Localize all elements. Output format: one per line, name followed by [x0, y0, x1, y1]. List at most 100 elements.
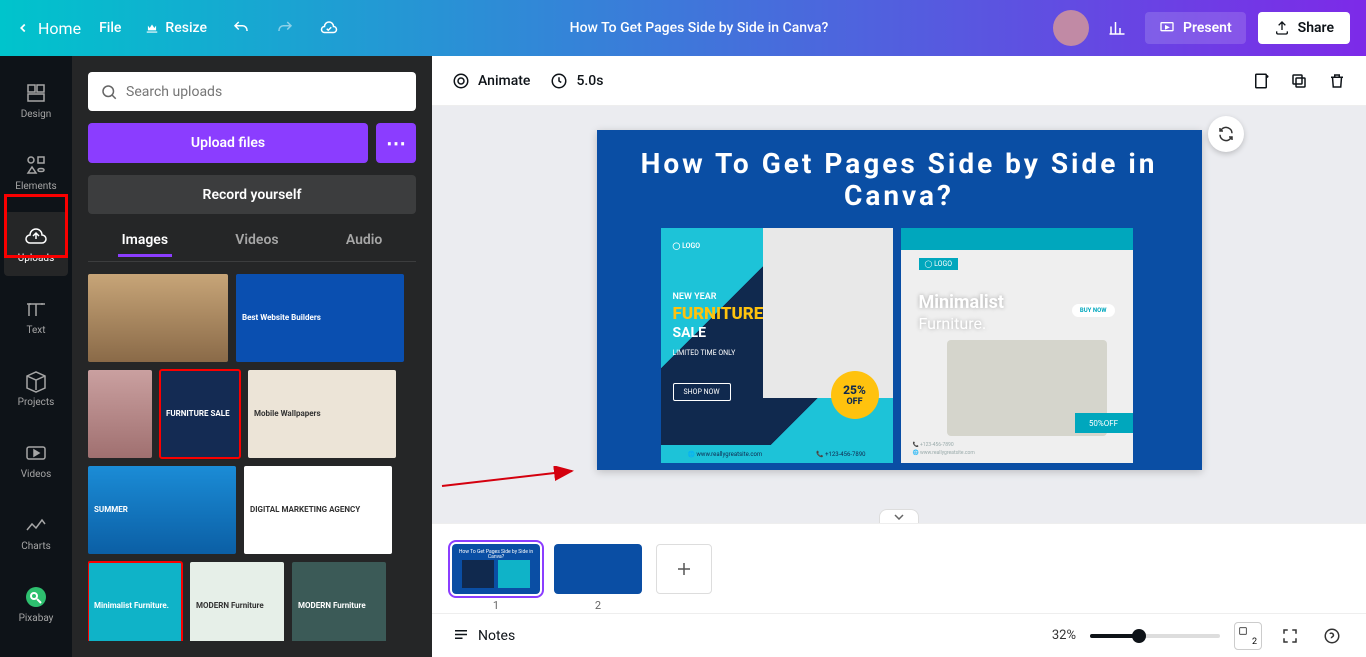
- right-contact: 📞 +123-456-7890 🌐 www.reallygreatsite.co…: [913, 442, 975, 457]
- upload-thumb[interactable]: Best Website Builders: [236, 274, 404, 362]
- undo-button[interactable]: [225, 12, 257, 44]
- left-footer: 🌐 www.reallygreatsite.com 📞 +123-456-789…: [661, 445, 893, 463]
- help-button[interactable]: [1318, 622, 1346, 650]
- clock-icon: [550, 72, 568, 90]
- panel-tabs: Images Videos Audio: [88, 226, 416, 262]
- present-button[interactable]: Present: [1145, 12, 1246, 44]
- zoom-value[interactable]: 32%: [1052, 628, 1076, 643]
- duplicate-icon: [1290, 72, 1308, 90]
- plus-icon: [675, 560, 693, 578]
- main-area: Design Elements Uploads Text Projects Videos C…: [0, 56, 1366, 657]
- tab-images[interactable]: Images: [118, 226, 172, 257]
- share-button[interactable]: Share: [1258, 12, 1350, 44]
- left-design-image[interactable]: ◯ LOGO NEW YEAR FURNITURE SALE LIMITED T…: [661, 228, 893, 463]
- rail-item-text[interactable]: Text: [4, 284, 68, 348]
- room-photo-placeholder: [763, 228, 893, 398]
- fullscreen-button[interactable]: [1276, 622, 1304, 650]
- show-suggestions-button[interactable]: [1208, 116, 1244, 152]
- duration-label: 5.0s: [576, 73, 603, 89]
- present-label: Present: [1183, 20, 1232, 36]
- record-yourself-button[interactable]: Record yourself: [88, 175, 416, 214]
- animate-icon: [452, 72, 470, 90]
- delete-page-button[interactable]: [1328, 72, 1346, 90]
- upload-more-button[interactable]: ⋯: [376, 123, 416, 163]
- upload-thumb[interactable]: SUMMER: [88, 466, 236, 554]
- notes-button[interactable]: Notes: [452, 627, 515, 645]
- upload-thumb[interactable]: [88, 274, 228, 362]
- upload-thumb[interactable]: MODERN Furniture: [292, 562, 386, 641]
- upload-thumb[interactable]: FURNITURE SALE: [160, 370, 240, 458]
- chart-icon: [1108, 19, 1126, 37]
- rail-item-charts[interactable]: Charts: [4, 500, 68, 564]
- page-count-button[interactable]: 2: [1234, 622, 1262, 650]
- trash-icon: [1328, 72, 1346, 90]
- uploads-grid: Best Website BuildersFURNITURE SALEMobil…: [88, 274, 416, 641]
- page-thumbnail[interactable]: How To Get Pages Side by Side in Canva?1: [452, 544, 540, 594]
- insights-button[interactable]: [1101, 12, 1133, 44]
- zoom-slider[interactable]: [1090, 634, 1220, 638]
- document-title[interactable]: How To Get Pages Side by Side in Canva?: [357, 20, 1041, 36]
- home-button[interactable]: Home: [16, 19, 81, 38]
- notes-icon: [452, 627, 470, 645]
- upload-thumb[interactable]: Minimalist Furniture.: [88, 562, 182, 641]
- add-page-thumb-button[interactable]: [656, 544, 712, 594]
- discount-badge: 25% OFF: [831, 371, 879, 419]
- page-strip: How To Get Pages Side by Side in Canva?1…: [432, 523, 1366, 613]
- uploads-panel: Upload files ⋯ Record yourself Images Vid…: [72, 56, 432, 657]
- chevron-left-icon: [16, 21, 30, 35]
- resize-menu[interactable]: Resize: [139, 16, 213, 40]
- rail-item-uploads[interactable]: Uploads: [4, 212, 68, 276]
- upload-row: Upload files ⋯: [88, 123, 416, 163]
- animate-button[interactable]: Animate: [452, 72, 530, 90]
- animate-label: Animate: [478, 73, 530, 89]
- right-design-image[interactable]: ◯ LOGO Minimalist Furniture. BUY NOW 50%…: [901, 228, 1133, 463]
- present-icon: [1159, 20, 1175, 36]
- upload-thumb[interactable]: DIGITAL MARKETING AGENCY: [244, 466, 392, 554]
- canvas-page[interactable]: How To Get Pages Side by Side in Canva? …: [597, 130, 1202, 470]
- rail-item-videos[interactable]: Videos: [4, 428, 68, 492]
- cloud-sync-button[interactable]: [313, 12, 345, 44]
- workspace[interactable]: How To Get Pages Side by Side in Canva? …: [432, 106, 1366, 523]
- logo-text: ◯ LOGO: [919, 258, 959, 270]
- context-toolbar: Animate 5.0s: [432, 56, 1366, 106]
- bottom-bar: Notes 32% 2: [432, 613, 1366, 657]
- resize-label: Resize: [165, 20, 207, 36]
- upload-thumb[interactable]: MODERN Furniture: [190, 562, 284, 641]
- user-avatar[interactable]: [1053, 10, 1089, 46]
- crown-icon: [145, 21, 159, 35]
- left-content: NEW YEAR FURNITURE SALE LIMITED TIME ONL…: [673, 292, 764, 401]
- duplicate-page-button[interactable]: [1290, 72, 1308, 90]
- rail-item-projects[interactable]: Projects: [4, 356, 68, 420]
- top-header: Home File Resize How To Get Pages Side b…: [0, 0, 1366, 56]
- home-label: Home: [38, 19, 81, 38]
- help-icon: [1323, 627, 1341, 645]
- collapse-pagestrip-button[interactable]: [879, 509, 919, 523]
- upload-files-button[interactable]: Upload files: [88, 123, 368, 163]
- file-menu[interactable]: File: [93, 16, 127, 40]
- page-heading[interactable]: How To Get Pages Side by Side in Canva?: [597, 148, 1202, 212]
- upload-thumb[interactable]: [88, 370, 152, 458]
- notes-label: Notes: [478, 628, 515, 644]
- share-label: Share: [1298, 20, 1334, 36]
- search-field-wrap[interactable]: [88, 72, 416, 111]
- search-icon: [100, 83, 118, 101]
- upload-thumb[interactable]: Mobile Wallpapers: [248, 370, 396, 458]
- rail-item-pixabay[interactable]: Pixabay: [4, 572, 68, 636]
- rail-item-design[interactable]: Design: [4, 68, 68, 132]
- share-icon: [1274, 20, 1290, 36]
- redo-button[interactable]: [269, 12, 301, 44]
- tab-audio[interactable]: Audio: [342, 226, 387, 257]
- search-input[interactable]: [118, 84, 404, 100]
- left-rail: Design Elements Uploads Text Projects Videos C…: [0, 56, 72, 657]
- tab-videos[interactable]: Videos: [231, 226, 282, 257]
- canvas-area: Animate 5.0s How To Get Pages Side by Si…: [432, 56, 1366, 657]
- cloud-check-icon: [320, 19, 338, 37]
- logo-text: ◯ LOGO: [673, 242, 701, 250]
- page-thumbnail[interactable]: 2: [554, 544, 642, 594]
- rail-item-elements[interactable]: Elements: [4, 140, 68, 204]
- annotation-arrow: [432, 466, 1032, 506]
- add-page-icon: [1252, 72, 1270, 90]
- add-page-button[interactable]: [1252, 72, 1270, 90]
- undo-icon: [232, 19, 250, 37]
- duration-button[interactable]: 5.0s: [550, 72, 603, 90]
